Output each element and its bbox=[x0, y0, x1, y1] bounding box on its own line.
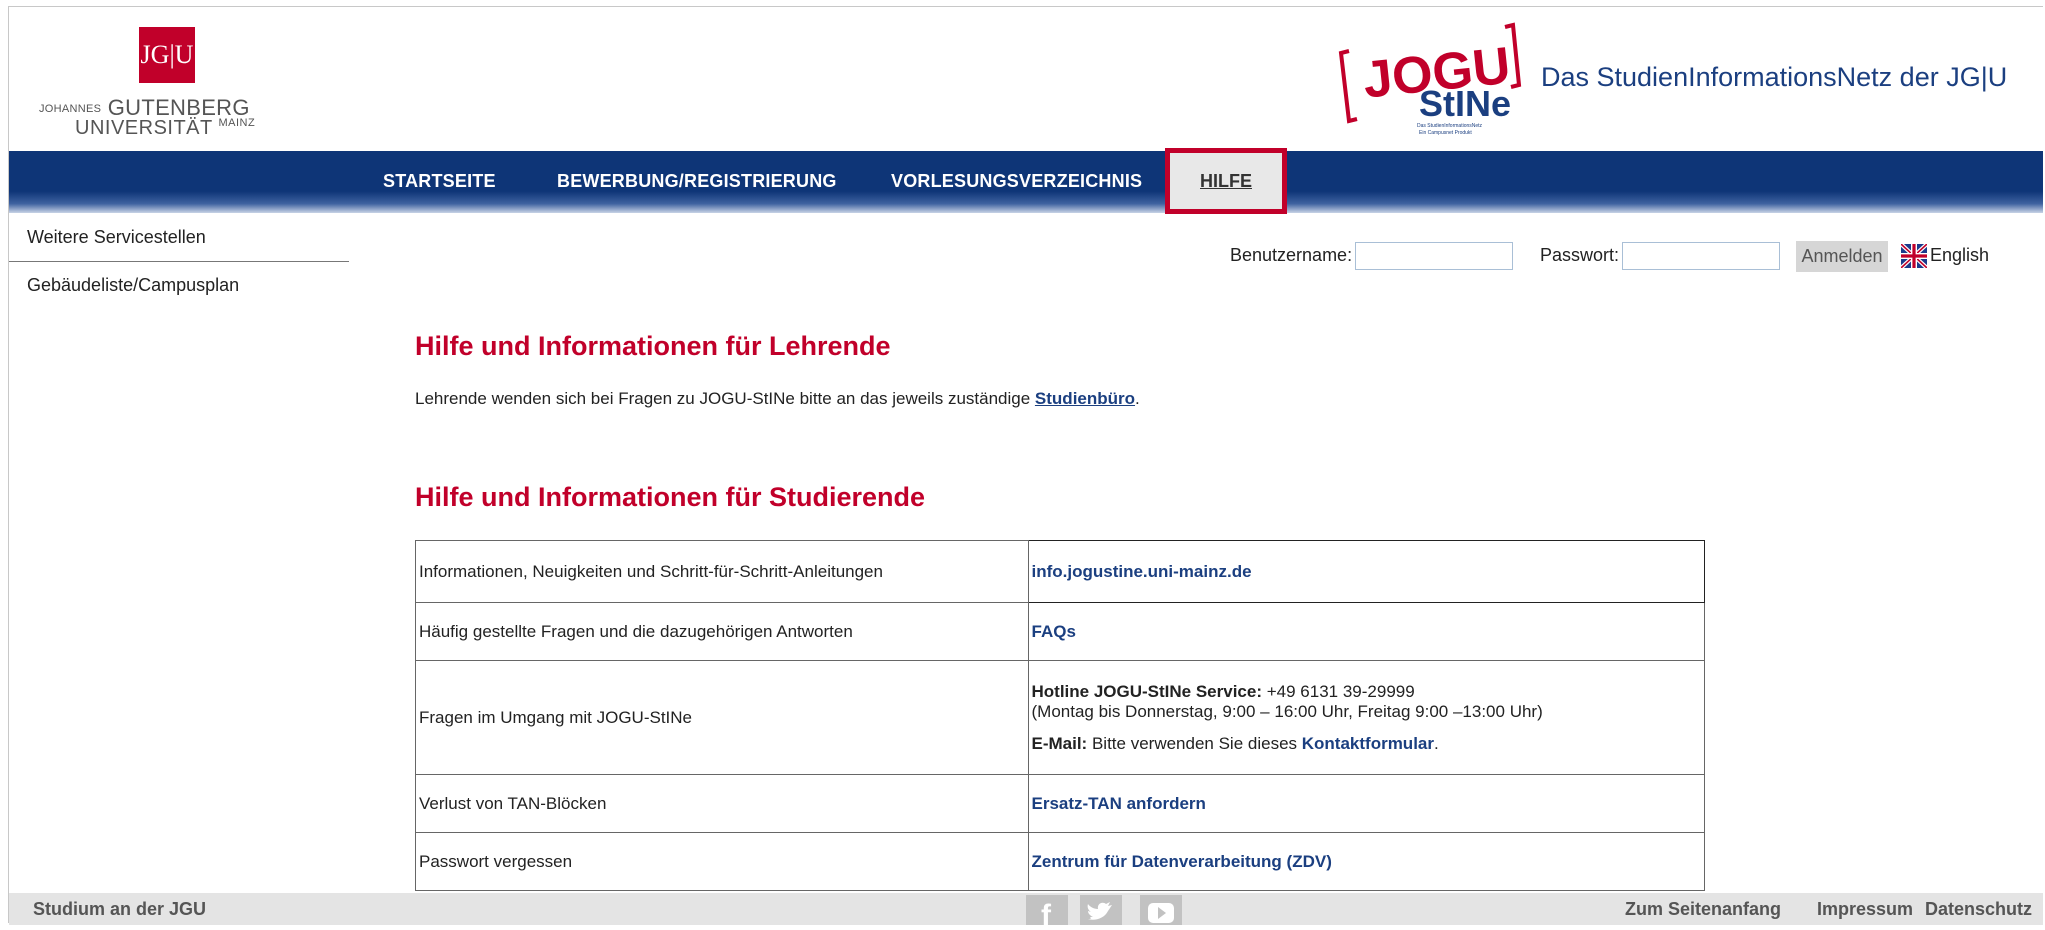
table-row: Fragen im Umgang mit JOGU-StINe Hotline … bbox=[415, 660, 1705, 775]
mail-text: Bitte verwenden Sie dieses bbox=[1087, 733, 1302, 753]
teachers-text-end: . bbox=[1135, 389, 1140, 408]
username-input[interactable] bbox=[1355, 242, 1513, 270]
youtube-icon[interactable] bbox=[1140, 895, 1182, 925]
facebook-icon[interactable]: f bbox=[1026, 895, 1068, 930]
teachers-text: Lehrende wenden sich bei Fragen zu JOGU-… bbox=[415, 389, 1140, 409]
table-cell-link: Ersatz-TAN anfordern bbox=[1027, 774, 1705, 833]
nav-hilfe-label: HILFE bbox=[1200, 171, 1252, 191]
hotline-label: Hotline JOGU-StINe Service: bbox=[1031, 681, 1263, 701]
header: JG|U JOHANNES GUTENBERG UNIVERSITÄT MAIN… bbox=[9, 7, 2043, 151]
teachers-heading: Hilfe und Informationen für Lehrende bbox=[415, 331, 891, 361]
twitter-icon[interactable] bbox=[1080, 895, 1122, 925]
studienbuero-link[interactable]: Studienbüro bbox=[1035, 389, 1135, 408]
jgu-logo-mark: JG|U bbox=[139, 27, 195, 83]
table-cell-topic: Fragen im Umgang mit JOGU-StINe bbox=[415, 660, 1029, 775]
sidebar-item-servicestellen[interactable]: Weitere Servicestellen bbox=[27, 227, 206, 248]
footer-impressum-link[interactable]: Impressum bbox=[1817, 899, 1913, 920]
zdv-link[interactable]: Zentrum für Datenverarbeitung (ZDV) bbox=[1032, 852, 1332, 871]
nav-bewerbung[interactable]: BEWERBUNG/REGISTRIERUNG bbox=[557, 151, 837, 213]
hotline-number: +49 6131 39-29999 bbox=[1262, 681, 1415, 701]
sidebar-item-campusplan[interactable]: Gebäudeliste/Campusplan bbox=[27, 275, 239, 296]
table-cell-topic: Verlust von TAN-Blöcken bbox=[415, 774, 1029, 833]
jogustine-logo-graphic: JOGU StINe Das StudienInformationsNetz E… bbox=[1338, 22, 1522, 136]
mail-label: E-Mail: bbox=[1031, 733, 1088, 753]
nav-vorlesungsverzeichnis[interactable]: VORLESUNGSVERZEICHNIS bbox=[891, 151, 1142, 213]
footer-studium-link[interactable]: Studium an der JGU bbox=[33, 899, 206, 920]
help-table: Informationen, Neuigkeiten und Schritt-f… bbox=[415, 540, 1705, 891]
password-label: Passwort: bbox=[1540, 245, 1620, 265]
svg-text:StINe: StINe bbox=[1419, 83, 1511, 124]
table-cell-link: info.jogustine.uni-mainz.de bbox=[1027, 540, 1705, 603]
teachers-text-body: Lehrende wenden sich bei Fragen zu JOGU-… bbox=[415, 389, 1031, 408]
jgu-logo-universitaet: UNIVERSITÄT bbox=[75, 117, 213, 139]
language-switch-link[interactable]: English bbox=[1930, 245, 1989, 266]
svg-text:Ein Campusnet Produkt: Ein Campusnet Produkt bbox=[1419, 130, 1472, 136]
svg-text:Das StudienInformationsNetz: Das StudienInformationsNetz bbox=[1417, 123, 1483, 129]
password-input[interactable] bbox=[1622, 242, 1780, 270]
table-cell-link: Zentrum für Datenverarbeitung (ZDV) bbox=[1027, 832, 1705, 891]
ersatz-tan-link[interactable]: Ersatz-TAN anfordern bbox=[1032, 794, 1206, 813]
login-button[interactable]: Anmelden bbox=[1796, 241, 1888, 272]
jogustine-logo[interactable]: JOGU StINe Das StudienInformationsNetz E… bbox=[1329, 13, 1529, 141]
table-row: Häufig gestellte Fragen und die dazugehö… bbox=[415, 602, 1705, 661]
svg-text:f: f bbox=[1041, 899, 1052, 925]
nav-hilfe-active[interactable]: HILFE bbox=[1165, 148, 1287, 214]
jgu-logo-mainz: MAINZ bbox=[218, 117, 256, 129]
table-cell-topic: Häufig gestellte Fragen und die dazugehö… bbox=[415, 602, 1029, 661]
mail-end: . bbox=[1433, 733, 1439, 753]
jgu-logo-line2: UNIVERSITÄT MAINZ bbox=[75, 117, 255, 140]
hotline-hours: (Montag bis Donnerstag, 9:00 – 16:00 Uhr… bbox=[1031, 701, 1543, 721]
nav-startseite[interactable]: STARTSEITE bbox=[383, 151, 496, 213]
username-label: Benutzername: bbox=[1230, 245, 1353, 265]
faqs-link[interactable]: FAQs bbox=[1032, 622, 1076, 641]
jgu-logo[interactable]: JG|U JOHANNES GUTENBERG UNIVERSITÄT MAIN… bbox=[39, 25, 269, 145]
kontaktformular-link[interactable]: Kontaktformular bbox=[1302, 734, 1434, 753]
table-cell-topic: Informationen, Neuigkeiten und Schritt-f… bbox=[415, 540, 1029, 603]
info-jogustine-link[interactable]: info.jogustine.uni-mainz.de bbox=[1032, 562, 1252, 581]
jgu-logo-johannes: JOHANNES bbox=[39, 103, 102, 116]
mail-line: E-Mail: Bitte verwenden Sie dieses Konta… bbox=[1032, 734, 1702, 754]
main-nav: STARTSEITE BEWERBUNG/REGISTRIERUNG VORLE… bbox=[9, 151, 2043, 213]
footer-datenschutz-link[interactable]: Datenschutz bbox=[1925, 899, 2032, 920]
table-cell-topic: Passwort vergessen bbox=[415, 832, 1029, 891]
site-title: Das StudienInformationsNetz der JG|U bbox=[1541, 62, 2008, 92]
footer-to-top-link[interactable]: Zum Seitenanfang bbox=[1625, 899, 1781, 920]
students-heading: Hilfe und Informationen für Studierende bbox=[415, 482, 926, 512]
sidebar-divider bbox=[9, 261, 349, 262]
table-cell-link: FAQs bbox=[1027, 602, 1705, 661]
table-row: Verlust von TAN-Blöcken Ersatz-TAN anfor… bbox=[415, 774, 1705, 833]
table-cell-contact: Hotline JOGU-StINe Service: +49 6131 39-… bbox=[1027, 660, 1705, 775]
uk-flag-icon[interactable] bbox=[1899, 242, 1929, 270]
table-row: Informationen, Neuigkeiten und Schritt-f… bbox=[415, 540, 1705, 603]
table-row: Passwort vergessen Zentrum für Datenvera… bbox=[415, 832, 1705, 891]
hotline-line: Hotline JOGU-StINe Service: +49 6131 39-… bbox=[1032, 682, 1702, 702]
